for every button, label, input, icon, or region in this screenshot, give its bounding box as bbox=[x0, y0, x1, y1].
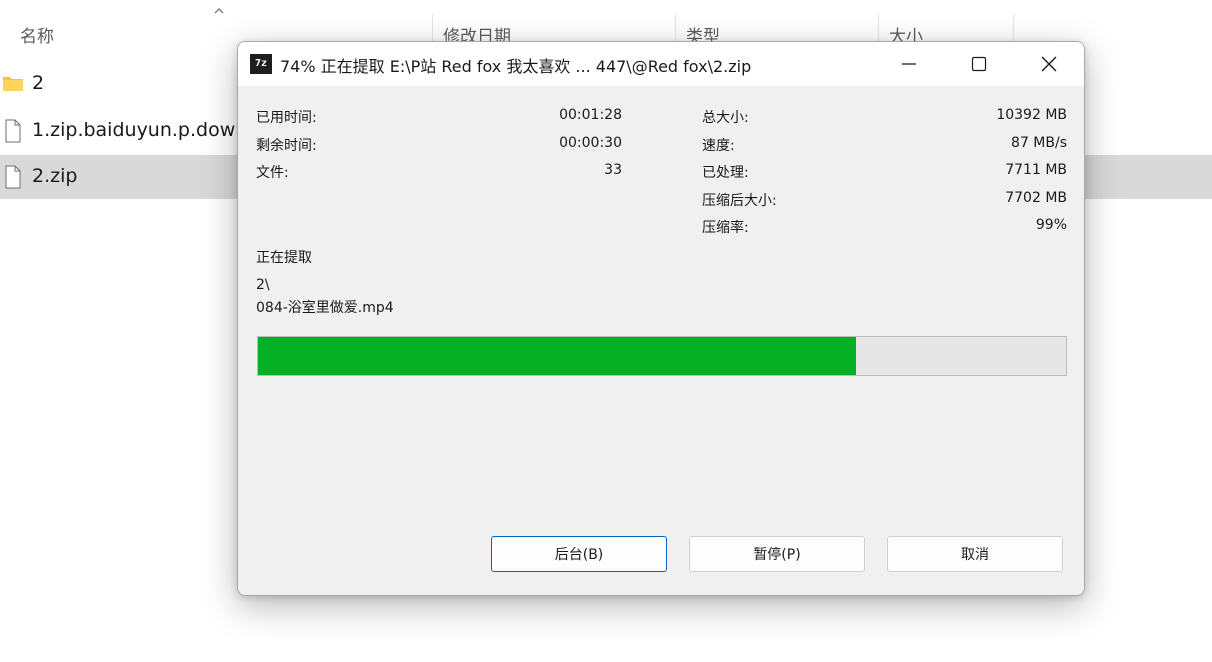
compression-ratio-value: 99% bbox=[1035, 217, 1067, 233]
extraction-progress-dialog: 7z 74% 正在提取 E:\P站 Red fox 我太喜欢 ... 447\@… bbox=[237, 41, 1085, 596]
file-icon bbox=[5, 165, 21, 189]
elapsed-time-value: 00:01:28 bbox=[559, 107, 622, 123]
remaining-time-value: 00:00:30 bbox=[559, 135, 622, 151]
pause-button[interactable]: 暂停(P) bbox=[689, 536, 865, 572]
compression-ratio-label: 压缩率: bbox=[702, 220, 749, 236]
processed-value: 7711 MB bbox=[1005, 162, 1067, 178]
minimize-icon bbox=[902, 63, 916, 65]
current-path: 2\ bbox=[256, 277, 270, 293]
operation-label: 正在提取 bbox=[256, 250, 312, 266]
file-row-name: 2 bbox=[32, 72, 45, 94]
packed-size-value: 7702 MB bbox=[1005, 190, 1067, 206]
close-button[interactable] bbox=[1014, 42, 1084, 86]
speed-label: 速度: bbox=[702, 138, 735, 154]
file-icon bbox=[5, 119, 21, 143]
background-button[interactable]: 后台(B) bbox=[491, 536, 667, 572]
files-value: 33 bbox=[604, 162, 622, 178]
7zip-app-icon: 7z bbox=[250, 54, 272, 74]
elapsed-time-label: 已用时间: bbox=[256, 110, 317, 126]
packed-size-label: 压缩后大小: bbox=[702, 193, 777, 209]
dialog-title: 74% 正在提取 E:\P站 Red fox 我太喜欢 ... 447\@Red… bbox=[280, 57, 752, 76]
maximize-icon bbox=[971, 56, 987, 72]
processed-label: 已处理: bbox=[702, 165, 749, 181]
maximize-button[interactable] bbox=[944, 42, 1014, 86]
minimize-button[interactable] bbox=[874, 42, 944, 86]
cancel-button[interactable]: 取消 bbox=[887, 536, 1063, 572]
speed-value: 87 MB/s bbox=[1011, 135, 1067, 151]
current-file-name: 084-浴室里做爱.mp4 bbox=[256, 300, 394, 316]
close-icon bbox=[1041, 56, 1057, 72]
extraction-progress-bar bbox=[257, 336, 1067, 376]
folder-icon bbox=[3, 77, 23, 91]
progress-bar-fill bbox=[258, 337, 856, 375]
column-header-name[interactable]: 名称 bbox=[20, 22, 54, 47]
sort-ascending-icon bbox=[214, 8, 224, 14]
dialog-titlebar[interactable]: 7z 74% 正在提取 E:\P站 Red fox 我太喜欢 ... 447\@… bbox=[238, 42, 1084, 86]
total-size-label: 总大小: bbox=[702, 110, 749, 126]
file-row-name: 1.zip.baiduyun.p.downlo bbox=[32, 119, 265, 141]
remaining-time-label: 剩余时间: bbox=[256, 138, 317, 154]
total-size-value: 10392 MB bbox=[996, 107, 1067, 123]
files-label: 文件: bbox=[256, 165, 289, 181]
file-row-name: 2.zip bbox=[32, 165, 78, 187]
